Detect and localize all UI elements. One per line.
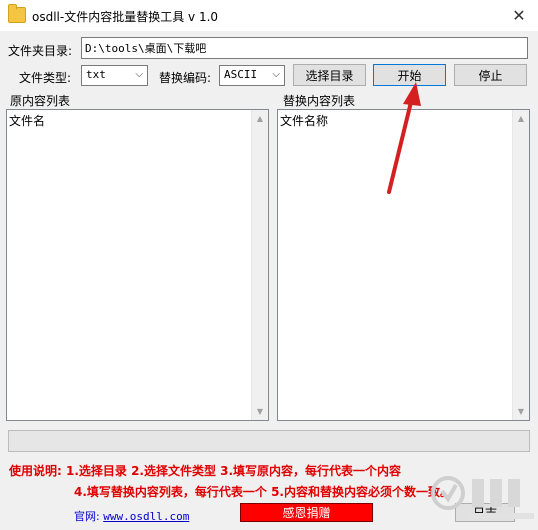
replace-first-line: 文件名称 [280,114,329,128]
original-list-title: 原内容列表 [10,94,71,108]
original-scrollbar[interactable]: ▲ ▼ [251,110,268,420]
progress-bar [8,430,530,452]
window-title: osdll-文件内容批量替换工具 v 1.0 [32,10,219,24]
replace-scrollbar[interactable]: ▲ ▼ [512,110,529,420]
original-content-textarea[interactable]: 文件名 ▲ ▼ [6,109,269,421]
encoding-value: ASCII [224,68,258,81]
folder-icon [8,4,26,23]
chevron-down-icon: ⌵ [135,69,143,80]
folder-label: 文件夹目录: [8,44,73,58]
filetype-value: txt [86,68,106,81]
website-label: 官网: [74,510,100,523]
folder-path-input[interactable]: D:\tools\桌面\下载吧 [81,37,528,59]
filetype-label: 文件类型: [19,71,72,85]
title-bar: osdll-文件内容批量替换工具 v 1.0 ✕ [0,0,538,31]
scroll-up-icon[interactable]: ▲ [252,110,268,127]
website-link[interactable]: www.osdll.com [103,510,189,523]
donate-button[interactable]: 感恩捐赠 [240,503,373,522]
instructions-line-1: 使用说明: 1.选择目录 2.选择文件类型 3.填写原内容，每行代表一个内容 [9,464,402,478]
original-first-line: 文件名 [9,114,46,128]
select-directory-button[interactable]: 选择目录 [293,64,366,86]
stop-button[interactable]: 停止 [454,64,527,86]
close-icon: ✕ [512,6,526,25]
instructions-line-2: 4.填写替换内容列表，每行代表一个 5.内容和替换内容必须个数一致。 [74,485,452,499]
scroll-up-icon[interactable]: ▲ [513,110,529,127]
replace-content-textarea[interactable]: 文件名称 ▲ ▼ [277,109,530,421]
encoding-label: 替换编码: [159,71,212,85]
start-button[interactable]: 开始 [373,64,446,86]
close-button[interactable]: ✕ [500,0,538,31]
chevron-down-icon: ⌵ [272,69,280,80]
replace-list-title: 替换内容列表 [283,94,356,108]
filetype-select[interactable]: txt ⌵ [81,65,148,86]
encoding-select[interactable]: ASCII ⌵ [219,65,285,86]
log-button[interactable]: 日志 [455,503,515,522]
scroll-down-icon[interactable]: ▼ [513,403,529,420]
website-area: 官网: www.osdll.com [74,508,189,524]
scroll-down-icon[interactable]: ▼ [252,403,268,420]
